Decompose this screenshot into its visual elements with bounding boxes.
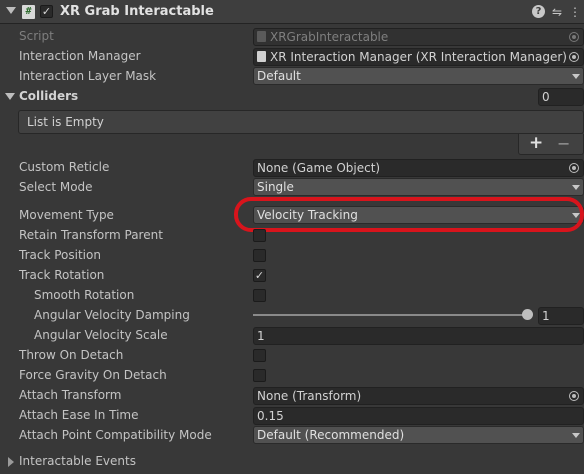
attach-transform-label: Attach Transform xyxy=(19,388,122,402)
attach-ease-in-time-value: 0.15 xyxy=(257,409,284,423)
red-annotation-outline xyxy=(234,197,584,232)
object-picker-icon[interactable] xyxy=(569,391,579,401)
script-label: Script xyxy=(19,29,54,43)
movement-type-label: Movement Type xyxy=(19,208,114,222)
attach-point-compatibility-mode-dropdown[interactable]: Default (Recommended) xyxy=(253,426,584,444)
throw-on-detach-label: Throw On Detach xyxy=(19,348,124,362)
track-position-checkbox[interactable] xyxy=(253,249,266,262)
component-enabled-checkbox[interactable]: ✓ xyxy=(40,5,53,18)
angular-velocity-scale-field[interactable]: 1 xyxy=(253,327,584,345)
help-icon[interactable]: ? xyxy=(532,5,545,18)
colliders-count-field[interactable]: 0 xyxy=(538,88,584,106)
cube-icon xyxy=(257,51,266,62)
script-file-icon xyxy=(257,31,266,42)
track-rotation-label: Track Rotation xyxy=(19,268,105,282)
smooth-rotation-label: Smooth Rotation xyxy=(34,288,135,302)
force-gravity-on-detach-checkbox[interactable] xyxy=(253,369,266,382)
kebab-menu-icon[interactable]: ⋮ xyxy=(568,4,582,20)
dropdown-arrow-icon xyxy=(572,433,580,438)
custom-reticle-value: None (Game Object) xyxy=(257,161,381,175)
angular-velocity-scale-value: 1 xyxy=(257,329,265,343)
colliders-fold-icon[interactable] xyxy=(5,93,15,100)
retain-transform-parent-checkbox[interactable] xyxy=(253,229,266,242)
interactable-events-label[interactable]: Interactable Events xyxy=(19,454,136,468)
presets-icon[interactable]: ⇋ xyxy=(550,4,564,20)
select-mode-value: Single xyxy=(257,180,294,194)
interaction-layer-mask-label: Interaction Layer Mask xyxy=(19,69,157,83)
select-mode-label: Select Mode xyxy=(19,180,93,194)
retain-transform-parent-label: Retain Transform Parent xyxy=(19,228,163,242)
angular-velocity-damping-field[interactable]: 1 xyxy=(538,307,584,325)
colliders-list: List is Empty xyxy=(18,110,584,134)
script-field: XRGrabInteractable xyxy=(253,28,584,46)
colliders-label[interactable]: Colliders xyxy=(19,89,78,103)
custom-reticle-field[interactable]: None (Game Object) xyxy=(253,159,584,177)
force-gravity-on-detach-label: Force Gravity On Detach xyxy=(19,368,167,382)
interaction-layer-mask-value: Default xyxy=(257,69,301,83)
colliders-list-footer: + − xyxy=(518,133,584,155)
remove-element-button[interactable]: − xyxy=(557,134,570,153)
attach-point-compatibility-mode-label: Attach Point Compatibility Mode xyxy=(19,428,212,442)
script-value: XRGrabInteractable xyxy=(270,30,389,44)
slider-thumb[interactable] xyxy=(522,309,533,320)
interaction-layer-mask-dropdown[interactable]: Default xyxy=(253,67,584,85)
select-mode-dropdown[interactable]: Single xyxy=(253,178,584,196)
angular-velocity-scale-label: Angular Velocity Scale xyxy=(34,328,168,342)
track-rotation-checkbox[interactable]: ✓ xyxy=(253,269,266,282)
track-position-label: Track Position xyxy=(19,248,101,262)
component-title: XR Grab Interactable xyxy=(60,4,214,19)
dropdown-arrow-icon xyxy=(572,74,580,79)
object-picker-icon xyxy=(569,32,579,42)
throw-on-detach-checkbox[interactable] xyxy=(253,349,266,362)
colliders-count: 0 xyxy=(542,90,550,104)
smooth-rotation-checkbox[interactable] xyxy=(253,289,266,302)
interaction-manager-field[interactable]: XR Interaction Manager (XR Interaction M… xyxy=(253,48,584,66)
attach-point-compatibility-mode-value: Default (Recommended) xyxy=(257,428,405,442)
script-hash-icon: # xyxy=(22,5,35,19)
attach-ease-in-time-field[interactable]: 0.15 xyxy=(253,407,584,425)
angular-velocity-damping-slider-track[interactable] xyxy=(253,314,528,316)
collapse-arrow-icon[interactable] xyxy=(6,7,16,14)
list-empty-text: List is Empty xyxy=(27,115,104,129)
object-picker-icon[interactable] xyxy=(569,163,579,173)
interaction-manager-label: Interaction Manager xyxy=(19,49,141,63)
attach-ease-in-time-label: Attach Ease In Time xyxy=(19,408,139,422)
angular-velocity-damping-value: 1 xyxy=(542,309,550,323)
custom-reticle-label: Custom Reticle xyxy=(19,160,110,174)
attach-transform-field[interactable]: None (Transform) xyxy=(253,387,584,405)
attach-transform-value: None (Transform) xyxy=(257,389,362,403)
dropdown-arrow-icon xyxy=(572,185,580,190)
interaction-manager-value: XR Interaction Manager (XR Interaction M… xyxy=(270,50,567,64)
object-picker-icon[interactable] xyxy=(569,52,579,62)
component-header: # ✓ XR Grab Interactable ? ⇋ ⋮ xyxy=(0,0,584,24)
add-element-button[interactable]: + xyxy=(529,133,543,153)
interactable-events-fold-icon[interactable] xyxy=(8,457,14,467)
angular-velocity-damping-label: Angular Velocity Damping xyxy=(34,308,190,322)
